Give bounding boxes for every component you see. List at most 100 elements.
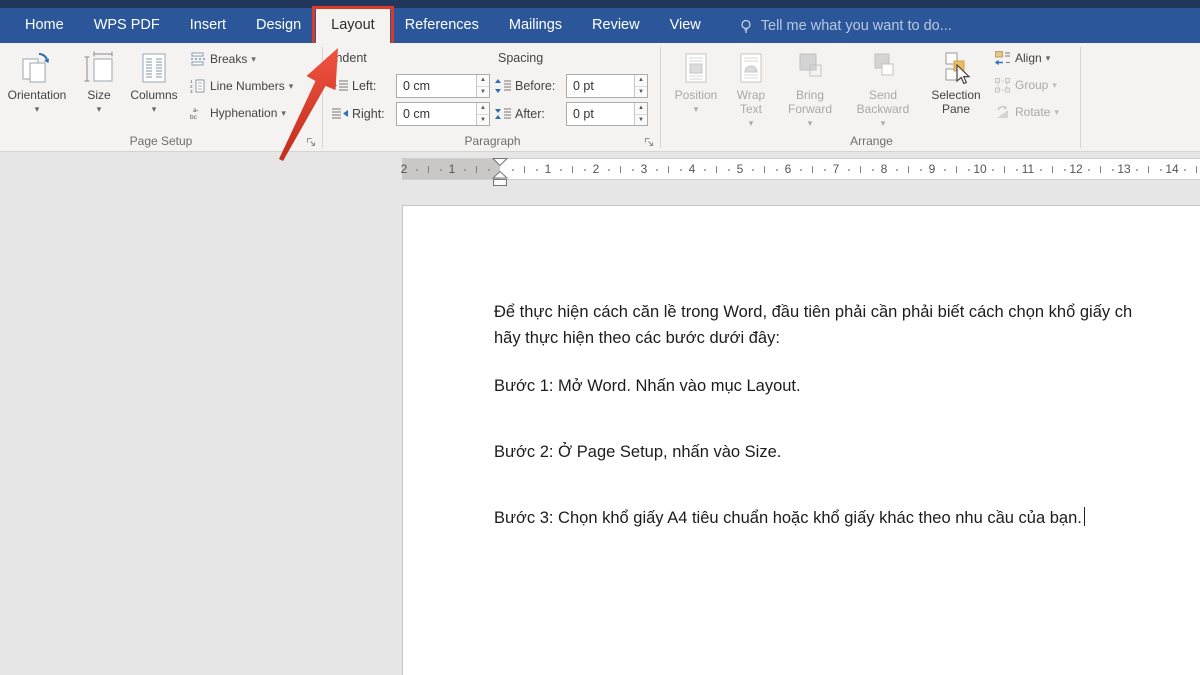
send-backward-label: Send Backward: [845, 88, 921, 116]
spin-up-icon[interactable]: ▲: [477, 75, 489, 87]
tab-mailings[interactable]: Mailings: [494, 8, 577, 43]
tab-references[interactable]: References: [390, 8, 494, 43]
breaks-button[interactable]: Breaks ▾: [188, 51, 256, 67]
spin-up-icon[interactable]: ▲: [635, 103, 647, 115]
position-button: Position ▾: [668, 47, 724, 133]
indent-right-row: Right:: [331, 102, 385, 126]
paragraph-group-label: Paragraph: [325, 134, 660, 148]
group-icon: [993, 77, 1011, 93]
hyphenation-label: Hyphenation: [210, 106, 277, 120]
page-setup-group-label: Page Setup: [0, 134, 322, 148]
indent-heading: Indent: [332, 51, 367, 65]
position-label: Position: [675, 88, 718, 102]
indent-right-value: 0 cm: [403, 107, 430, 121]
orientation-dropdown-icon: ▾: [35, 104, 40, 114]
tab-layout[interactable]: Layout: [316, 8, 390, 43]
paragraph-line[interactable]: Bước 1: Mở Word. Nhấn vào mục Layout.: [494, 373, 1200, 399]
group-separator: [1080, 47, 1081, 148]
indent-left-row: Left:: [331, 74, 376, 98]
columns-label: Columns: [130, 88, 177, 102]
titlebar-edge: [0, 0, 1200, 8]
indent-left-icon: [331, 78, 349, 94]
wrap-text-button: Wrap Text ▾: [726, 47, 776, 133]
indent-right-spinner[interactable]: ▲▼: [476, 103, 489, 125]
wrap-text-dropdown-icon: ▾: [749, 118, 754, 128]
page-setup-dialog-launcher[interactable]: [306, 135, 318, 147]
svg-text:a-: a-: [193, 107, 199, 114]
breaks-label: Breaks: [210, 52, 247, 66]
tab-insert[interactable]: Insert: [175, 8, 241, 43]
orientation-button[interactable]: Orientation ▾: [4, 47, 70, 133]
send-backward-dropdown-icon: ▾: [881, 118, 886, 128]
send-backward-icon: [867, 47, 899, 85]
size-dropdown-icon: ▾: [97, 104, 102, 114]
spin-up-icon[interactable]: ▲: [635, 75, 647, 87]
paragraph-line[interactable]: Bước 3: Chọn khổ giấy A4 tiêu chuẩn hoặc…: [494, 505, 1200, 531]
tab-wps-pdf[interactable]: WPS PDF: [79, 8, 175, 43]
orientation-label: Orientation: [8, 88, 67, 102]
spacing-before-spinner[interactable]: ▲▼: [634, 75, 647, 97]
document-text: Để thực hiện cách căn lề trong Word, đầu…: [494, 299, 1200, 531]
indent-left-input[interactable]: 0 cm ▲▼: [396, 74, 490, 98]
tab-design[interactable]: Design: [241, 8, 316, 43]
selection-pane-button[interactable]: Selection Pane: [924, 47, 988, 133]
tell-me-box[interactable]: Tell me what you want to do...: [738, 8, 952, 43]
indent-right-input[interactable]: 0 cm ▲▼: [396, 102, 490, 126]
spacing-before-input[interactable]: 0 pt ▲▼: [566, 74, 648, 98]
tab-review[interactable]: Review: [577, 8, 655, 43]
spacing-after-input[interactable]: 0 pt ▲▼: [566, 102, 648, 126]
line-numbers-label: Line Numbers: [210, 79, 285, 93]
tell-me-label: Tell me what you want to do...: [761, 18, 952, 34]
wrap-text-icon: [735, 47, 767, 85]
spacing-after-label: After:: [515, 107, 545, 121]
text-cursor: [1084, 507, 1085, 526]
spin-up-icon[interactable]: ▲: [477, 103, 489, 115]
spacing-before-row: Before:: [494, 74, 555, 98]
breaks-dropdown-icon: ▾: [251, 54, 256, 65]
spin-down-icon[interactable]: ▼: [635, 115, 647, 126]
hyphenation-icon: a-bc: [188, 105, 206, 121]
svg-text:bc: bc: [190, 114, 198, 121]
paragraph-line[interactable]: hãy thực hiện theo các bước dưới đây:: [494, 325, 1200, 351]
spin-down-icon[interactable]: ▼: [477, 87, 489, 98]
bring-forward-dropdown-icon: ▾: [808, 118, 813, 128]
paragraph-dialog-launcher[interactable]: [644, 135, 656, 147]
word-window: Home WPS PDF Insert Design Layout Refere…: [0, 0, 1200, 675]
hyphenation-button[interactable]: a-bc Hyphenation ▾: [188, 105, 286, 121]
size-button[interactable]: Size ▾: [76, 47, 122, 133]
selection-pane-label: Selection Pane: [924, 88, 988, 116]
columns-icon: [137, 47, 171, 85]
document-page[interactable]: Để thực hiện cách căn lề trong Word, đầu…: [402, 205, 1200, 675]
align-button[interactable]: Align ▾: [993, 50, 1050, 66]
spin-down-icon[interactable]: ▼: [635, 87, 647, 98]
columns-button[interactable]: Columns ▾: [126, 47, 182, 133]
spacing-after-spinner[interactable]: ▲▼: [634, 103, 647, 125]
spin-down-icon[interactable]: ▼: [477, 115, 489, 126]
tab-view[interactable]: View: [655, 8, 716, 43]
indent-left-spinner[interactable]: ▲▼: [476, 75, 489, 97]
ribbon-tab-bar: Home WPS PDF Insert Design Layout Refere…: [0, 8, 1200, 43]
indent-left-label: Left:: [352, 79, 376, 93]
svg-text:3: 3: [190, 89, 193, 94]
group-dropdown-icon: ▾: [1052, 80, 1057, 91]
tab-home[interactable]: Home: [10, 8, 79, 43]
paragraph-line[interactable]: Để thực hiện cách căn lề trong Word, đầu…: [494, 299, 1200, 325]
group-separator: [322, 47, 323, 148]
tab-layout-label: Layout: [331, 17, 375, 33]
paragraph-line[interactable]: Bước 2: Ở Page Setup, nhấn vào Size.: [494, 439, 1200, 465]
bring-forward-icon: [794, 47, 826, 85]
first-line-indent-marker: [493, 159, 507, 166]
line-numbers-button[interactable]: 123 Line Numbers ▾: [188, 78, 293, 94]
lightbulb-icon: [738, 18, 754, 34]
group-button: Group ▾: [993, 77, 1057, 93]
left-indent-marker: [494, 180, 507, 186]
bring-forward-button: Bring Forward ▾: [779, 47, 841, 133]
selection-pane-icon: [940, 47, 972, 85]
size-label: Size: [87, 88, 110, 102]
bring-forward-label: Bring Forward: [779, 88, 841, 116]
ruler-scale: 123456789101112131412: [402, 159, 1200, 179]
indent-markers[interactable]: [486, 156, 514, 188]
spacing-heading: Spacing: [498, 51, 543, 65]
group-separator: [660, 47, 661, 148]
indent-right-icon: [331, 106, 349, 122]
